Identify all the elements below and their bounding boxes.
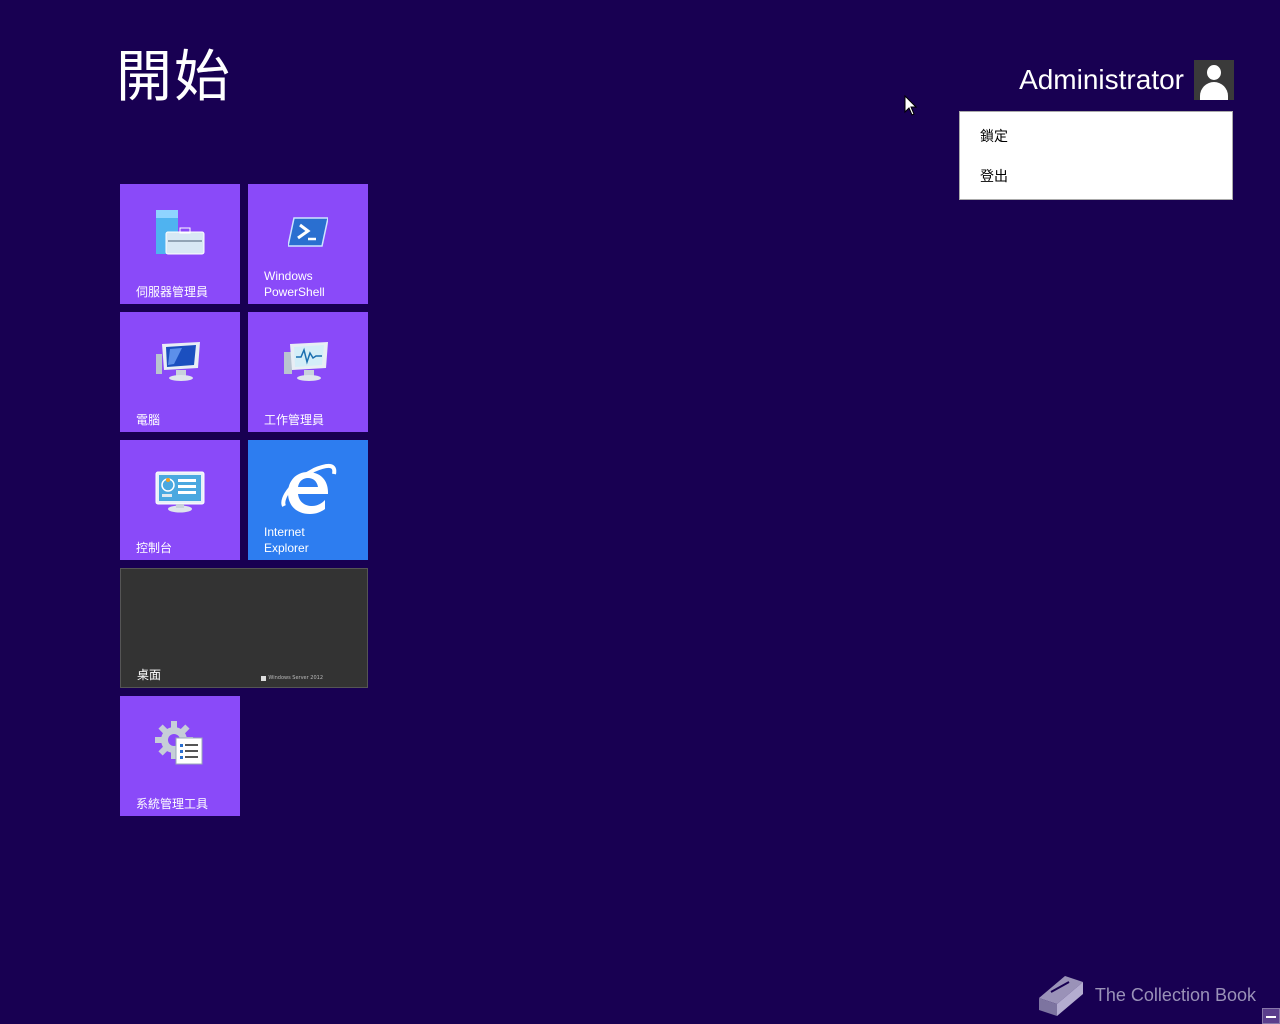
tile-desktop[interactable]: 桌面 Windows Server 2012 [120, 568, 368, 688]
computer-icon [156, 342, 200, 381]
start-screen-title: 開始 [116, 45, 232, 110]
windows-server-brand: Windows Server 2012 [261, 675, 323, 681]
tile-computer[interactable]: 電腦 [120, 312, 240, 432]
tile-server-manager[interactable]: 伺服器管理員 [120, 184, 240, 304]
lock-menu-item[interactable]: 鎖定 [980, 126, 1008, 148]
tile-task-manager[interactable]: 工作管理員 [248, 312, 368, 432]
administrative-tools-icon [155, 721, 203, 765]
powershell-icon [288, 217, 328, 247]
tile-label: Internet Explorer [264, 525, 309, 555]
tile-label: 電腦 [136, 413, 161, 427]
tile-control-panel[interactable]: 控制台 [120, 440, 240, 560]
tile-administrative-tools[interactable]: 系統管理工具 [120, 696, 240, 816]
user-account-menu: 鎖定 登出 [959, 111, 1233, 200]
brand-text: Windows Server 2012 [268, 675, 323, 681]
tile-windows-powershell[interactable]: Windows PowerShell [248, 184, 368, 304]
tile-label: Windows PowerShell [264, 269, 325, 299]
book-icon [1038, 976, 1083, 1016]
tile-label: 控制台 [136, 541, 173, 555]
user-account-button[interactable]: Administrator [1019, 60, 1234, 100]
internet-explorer-icon [281, 463, 337, 514]
task-manager-icon [284, 342, 328, 381]
tile-label: 工作管理員 [264, 413, 325, 427]
user-name: Administrator [1019, 64, 1184, 95]
mouse-cursor-icon [904, 95, 918, 116]
control-panel-icon [155, 471, 205, 513]
tile-label: 系統管理工具 [136, 797, 209, 811]
user-avatar-icon [1194, 60, 1234, 100]
tile-label: 桌面 [137, 668, 162, 682]
watermark: The Collection Book [1035, 972, 1256, 1018]
tile-internet-explorer[interactable]: Internet Explorer [248, 440, 368, 560]
minimize-icon[interactable] [1262, 1008, 1280, 1024]
windows-logo-icon [261, 675, 267, 681]
watermark-text: The Collection Book [1094, 984, 1256, 1005]
server-manager-icon [156, 210, 205, 255]
sign-out-menu-item[interactable]: 登出 [980, 166, 1008, 188]
tile-label: 伺服器管理員 [136, 285, 209, 299]
